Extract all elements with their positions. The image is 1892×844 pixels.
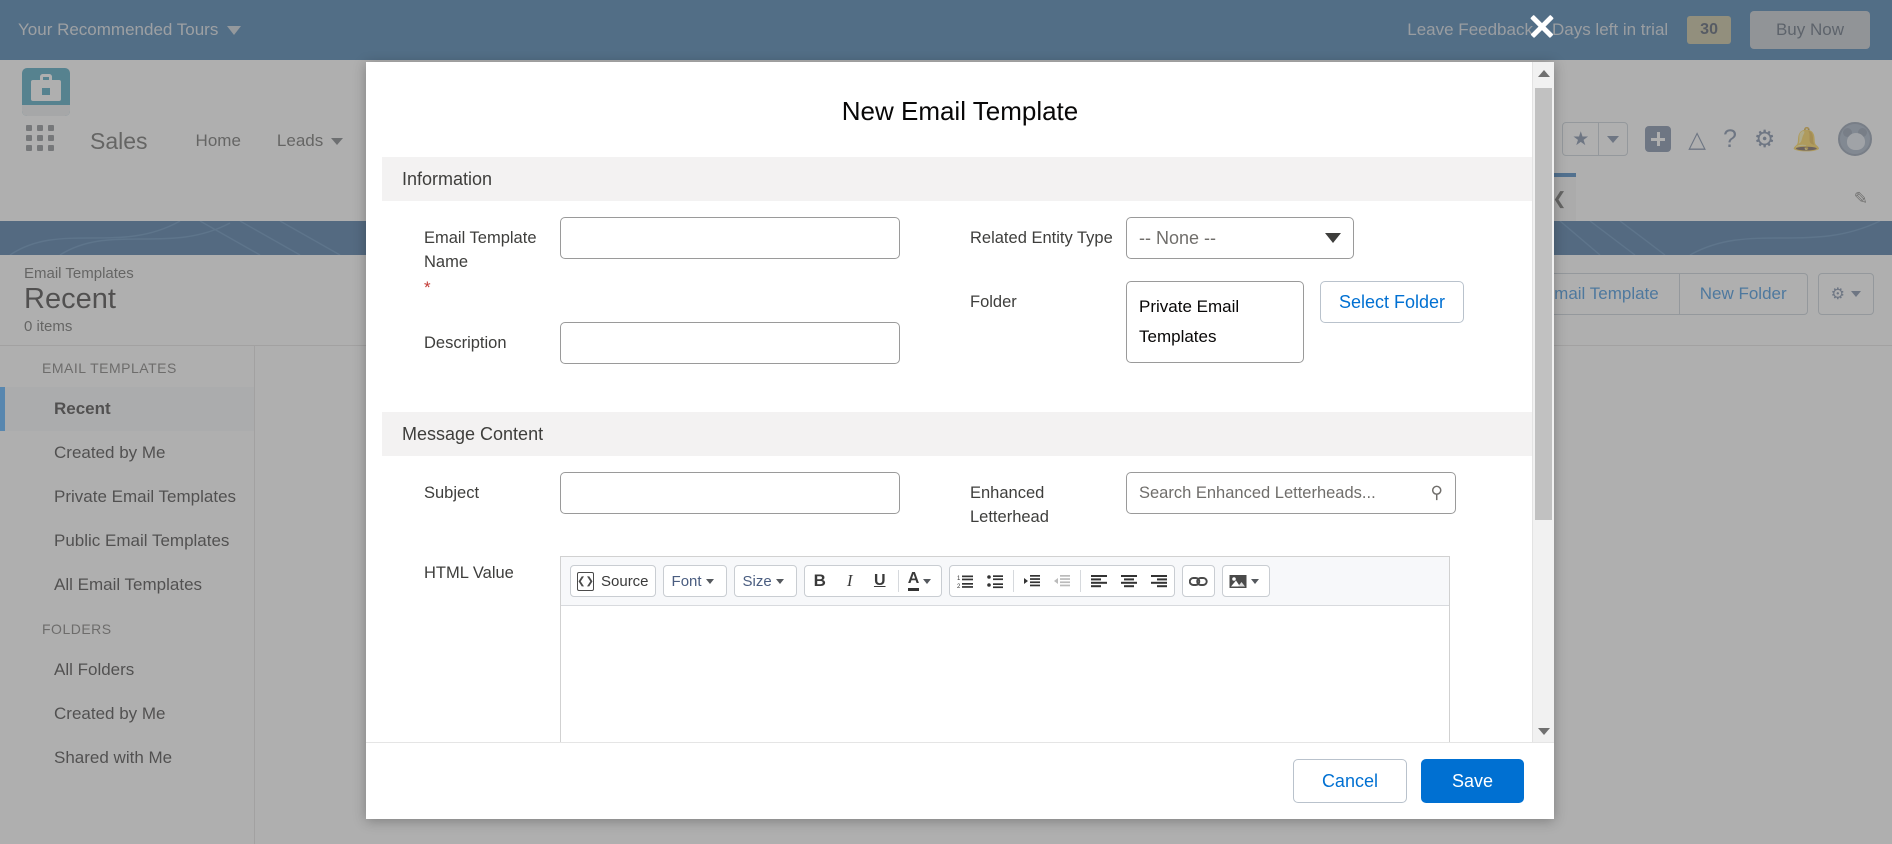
underline-icon: U bbox=[874, 572, 886, 590]
numbered-list-button[interactable]: 1 2 bbox=[950, 566, 980, 596]
scrollbar-thumb[interactable] bbox=[1535, 88, 1552, 520]
field-subject: Subject bbox=[382, 472, 960, 514]
message-right-column: Enhanced Letterhead ⚲ bbox=[960, 472, 1538, 552]
modal-footer: Cancel Save bbox=[366, 743, 1554, 819]
size-group: Size bbox=[734, 565, 797, 597]
align-right-button[interactable] bbox=[1144, 566, 1174, 596]
align-center-button[interactable] bbox=[1114, 566, 1144, 596]
field-label: Enhanced Letterhead bbox=[960, 472, 1126, 530]
font-group: Font bbox=[663, 565, 727, 597]
email-template-name-input[interactable] bbox=[560, 217, 900, 259]
field-label: Email Template Name * bbox=[382, 217, 560, 300]
field-folder: Folder Private Email Templates Select Fo… bbox=[960, 281, 1538, 363]
decrease-indent-icon bbox=[1054, 574, 1071, 589]
information-right-column: Related Entity Type -- None -- Folder Pr… bbox=[960, 217, 1538, 386]
underline-button[interactable]: U bbox=[865, 566, 895, 596]
image-icon bbox=[1229, 574, 1247, 589]
scroll-down-button[interactable] bbox=[1533, 720, 1554, 742]
chevron-down-icon bbox=[1325, 233, 1341, 243]
enhanced-letterhead-searchbox[interactable]: ⚲ bbox=[1126, 472, 1456, 514]
modal-scroll-region: New Email Template Information Email Tem… bbox=[366, 62, 1554, 743]
folder-value: Private Email Templates bbox=[1126, 281, 1304, 363]
align-left-button[interactable] bbox=[1084, 566, 1114, 596]
field-description: Description bbox=[382, 322, 960, 364]
field-enhanced-letterhead: Enhanced Letterhead ⚲ bbox=[960, 472, 1538, 530]
message-left-column: Subject bbox=[382, 472, 960, 552]
align-right-icon bbox=[1151, 574, 1168, 589]
outdent-button[interactable] bbox=[1047, 566, 1077, 596]
related-entity-type-value: -- None -- bbox=[1139, 228, 1216, 249]
bulleted-list-button[interactable] bbox=[980, 566, 1010, 596]
search-icon: ⚲ bbox=[1431, 483, 1443, 503]
source-button[interactable]: ❮❯ Source bbox=[571, 566, 655, 596]
text-color-icon: A bbox=[908, 571, 920, 591]
message-content-fields: Subject Enhanced Letterhead ⚲ bbox=[382, 456, 1538, 552]
rich-text-editor: ❮❯ Source Font bbox=[560, 556, 1450, 743]
increase-indent-icon bbox=[1024, 574, 1041, 589]
enhanced-letterhead-input[interactable] bbox=[1139, 484, 1431, 503]
source-button-label: Source bbox=[601, 573, 649, 590]
image-button[interactable] bbox=[1223, 566, 1269, 596]
field-label: Subject bbox=[382, 472, 560, 506]
paragraph-group: 1 2 bbox=[949, 565, 1175, 597]
close-icon[interactable] bbox=[1528, 12, 1556, 40]
field-related-entity-type: Related Entity Type -- None -- bbox=[960, 217, 1538, 259]
screen-root: Your Recommended Tours Leave Feedback Da… bbox=[0, 0, 1892, 844]
field-html-value: HTML Value ❮❯ Source Fon bbox=[382, 556, 1538, 743]
new-email-template-modal: New Email Template Information Email Tem… bbox=[366, 62, 1554, 819]
field-label: HTML Value bbox=[382, 556, 560, 743]
chevron-down-icon bbox=[923, 579, 931, 584]
text-format-group: B I U bbox=[804, 565, 943, 597]
field-label: Folder bbox=[960, 281, 1126, 315]
description-input[interactable] bbox=[560, 322, 900, 364]
modal-title: New Email Template bbox=[382, 62, 1538, 157]
html-value-editor-area[interactable] bbox=[561, 606, 1449, 743]
field-email-template-name: Email Template Name * bbox=[382, 217, 960, 300]
modal-body: New Email Template Information Email Tem… bbox=[366, 62, 1554, 743]
bulleted-list-icon bbox=[987, 574, 1004, 589]
required-marker: * bbox=[424, 276, 560, 301]
image-group bbox=[1222, 565, 1270, 597]
editor-toolbar: ❮❯ Source Font bbox=[561, 557, 1449, 606]
section-header-information: Information bbox=[382, 157, 1538, 201]
text-color-button[interactable]: A bbox=[902, 566, 942, 596]
font-dropdown[interactable]: Font bbox=[664, 566, 726, 596]
cancel-button[interactable]: Cancel bbox=[1293, 759, 1407, 803]
chevron-up-icon bbox=[1538, 70, 1550, 77]
field-label: Related Entity Type bbox=[960, 217, 1126, 251]
link-group bbox=[1182, 565, 1215, 597]
field-label: Description bbox=[382, 322, 560, 356]
bold-icon: B bbox=[814, 571, 826, 591]
source-group: ❮❯ Source bbox=[570, 565, 656, 597]
chevron-down-icon bbox=[706, 579, 714, 584]
information-fields: Email Template Name * Description bbox=[382, 201, 1538, 386]
size-dropdown-label: Size bbox=[743, 573, 772, 590]
link-icon bbox=[1189, 574, 1208, 589]
italic-icon: I bbox=[847, 571, 853, 591]
related-entity-type-select[interactable]: -- None -- bbox=[1126, 217, 1354, 259]
save-button[interactable]: Save bbox=[1421, 759, 1524, 803]
chevron-down-icon bbox=[776, 579, 784, 584]
link-button[interactable] bbox=[1183, 566, 1214, 596]
svg-text:1: 1 bbox=[957, 576, 961, 582]
modal-scrollbar[interactable] bbox=[1532, 62, 1554, 742]
source-code-icon: ❮❯ bbox=[577, 572, 594, 591]
align-center-icon bbox=[1121, 574, 1138, 589]
size-dropdown[interactable]: Size bbox=[735, 566, 796, 596]
scroll-up-button[interactable] bbox=[1533, 62, 1554, 84]
align-left-icon bbox=[1091, 574, 1108, 589]
section-header-message-content: Message Content bbox=[382, 412, 1538, 456]
italic-button[interactable]: I bbox=[835, 566, 865, 596]
font-dropdown-label: Font bbox=[672, 573, 702, 590]
information-left-column: Email Template Name * Description bbox=[382, 217, 960, 386]
svg-text:2: 2 bbox=[957, 584, 961, 589]
select-folder-button[interactable]: Select Folder bbox=[1320, 281, 1464, 323]
indent-button[interactable] bbox=[1017, 566, 1047, 596]
subject-input[interactable] bbox=[560, 472, 900, 514]
chevron-down-icon bbox=[1538, 728, 1550, 735]
bold-button[interactable]: B bbox=[805, 566, 835, 596]
numbered-list-icon: 1 2 bbox=[957, 574, 974, 589]
chevron-down-icon bbox=[1251, 579, 1259, 584]
